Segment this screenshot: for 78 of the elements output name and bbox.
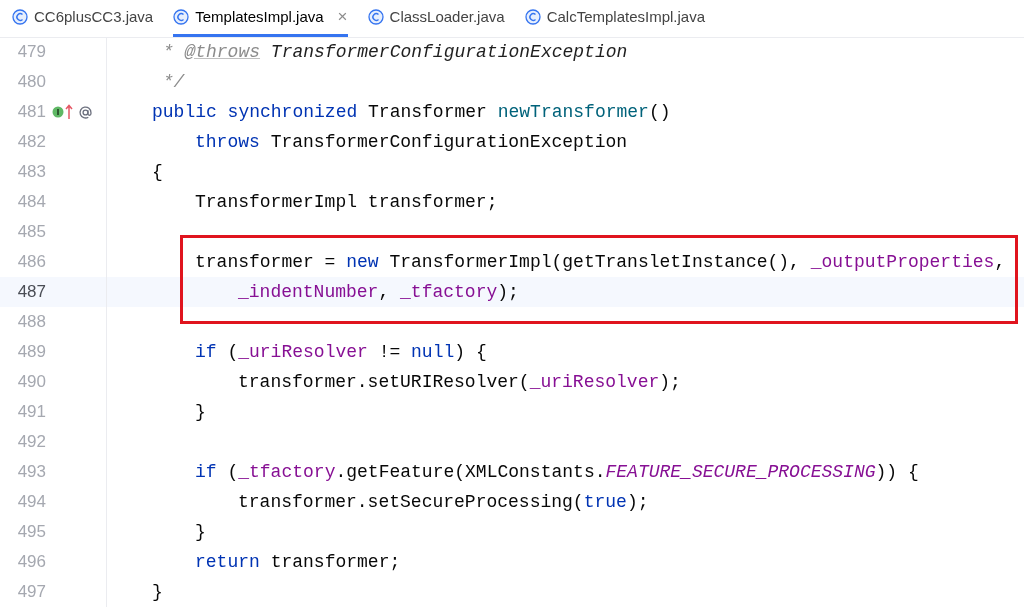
code-text: != [377, 341, 402, 362]
code-text: ); [626, 491, 649, 512]
code-text: } [195, 401, 206, 422]
field-name: _indentNumber [238, 281, 379, 302]
line-number: 495 [16, 521, 46, 544]
keyword: return [195, 551, 261, 572]
code-text: )) { [875, 461, 919, 482]
line-number: 496 [16, 551, 46, 574]
field-name: _tfactory [400, 281, 498, 302]
constant-name: FEATURE_SECURE_PROCESSING [605, 461, 876, 482]
line-number: 480 [16, 71, 46, 94]
class-icon [367, 9, 384, 25]
code-text: ) { [454, 341, 487, 362]
comment-text: TransformerConfigurationException [269, 41, 628, 62]
field-name: _uriResolver [529, 371, 660, 392]
keyword: new [346, 251, 380, 272]
keyword: throws [195, 131, 261, 152]
implements-icon[interactable] [52, 106, 64, 118]
line-number: 481 [16, 101, 46, 124]
code-text: ); [497, 281, 519, 302]
line-number: 488 [16, 311, 46, 334]
field-name: _outputProperties [810, 251, 995, 272]
comment-text: * [161, 41, 175, 62]
keyword: public synchronized [152, 101, 359, 122]
line-number: 483 [16, 161, 46, 184]
keyword: true [583, 491, 627, 512]
doc-tag: @throws [184, 41, 261, 62]
field-name: _tfactory [238, 461, 336, 482]
class-icon [524, 9, 541, 25]
editor-tab[interactable]: CalcTemplatesImpl.java [524, 0, 706, 37]
line-number: 484 [16, 191, 46, 214]
code-text: TransformerImpl transformer; [195, 191, 498, 212]
at-sign-icon[interactable] [78, 104, 93, 120]
line-number: 487 [16, 281, 46, 304]
method-name: newTransformer [497, 101, 649, 122]
arrow-up-icon[interactable] [65, 104, 73, 120]
line-number: 494 [16, 491, 46, 514]
code-text: ); [659, 371, 681, 392]
line-number: 491 [16, 401, 46, 424]
line-number: 482 [16, 131, 46, 154]
field-name: _uriResolver [238, 341, 368, 362]
code-text: } [195, 521, 206, 542]
keyword: null [411, 341, 455, 362]
code-text: .getFeature(XMLConstants. [335, 461, 606, 482]
code-text: { [152, 161, 163, 182]
code-text: transformer; [270, 551, 401, 572]
code-text: ( [227, 341, 239, 362]
line-number: 489 [16, 341, 46, 364]
code-text: TransformerConfigurationException [270, 131, 628, 152]
line-number: 485 [16, 221, 46, 244]
class-icon [12, 9, 28, 25]
code-text: transformer = [195, 251, 337, 272]
code-text: transformer.setSecureProcessing( [238, 491, 584, 512]
tab-label: CC6plusCC3.java [34, 6, 154, 27]
tab-label: CalcTemplatesImpl.java [546, 6, 706, 27]
comment-text: */ [161, 71, 185, 92]
tab-label: ClassLoader.java [389, 6, 505, 27]
tab-label: TemplatesImpl.java [195, 6, 324, 27]
code-text: TransformerImpl(getTransletInstance(), [389, 251, 801, 272]
class-icon [173, 9, 190, 25]
keyword: if [195, 341, 218, 362]
code-text: , [994, 251, 1006, 272]
editor-tab[interactable]: TemplatesImpl.java × [173, 0, 348, 37]
code-text: ( [227, 461, 239, 482]
line-number: 497 [16, 581, 46, 604]
code-text: } [152, 581, 163, 602]
line-number: 493 [16, 461, 46, 484]
editor-tab[interactable]: ClassLoader.java [367, 0, 505, 37]
line-number: 479 [16, 41, 46, 64]
line-number: 490 [16, 371, 46, 394]
code-text: () [648, 101, 671, 122]
editor-tab[interactable]: CC6plusCC3.java [12, 0, 154, 37]
keyword: if [195, 461, 218, 482]
code-text: transformer.setURIResolver( [238, 371, 530, 392]
code-text: Transformer [368, 101, 488, 122]
line-number: 486 [16, 251, 46, 274]
code-text: , [378, 281, 391, 302]
line-number: 492 [16, 431, 46, 454]
